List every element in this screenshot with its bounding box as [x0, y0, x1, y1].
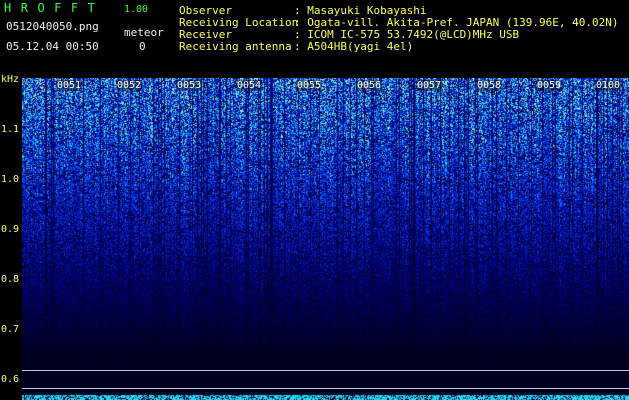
- app-version: 1.00: [124, 4, 149, 15]
- reference-line: [22, 388, 629, 389]
- time-label: 0100: [595, 80, 622, 91]
- time-label: 0052: [116, 80, 143, 91]
- time-label: 0059: [536, 80, 563, 91]
- axis-unit: kHz: [1, 74, 20, 85]
- tick-label: 0.6: [1, 374, 20, 385]
- antenna-label: Receiving antenna: [179, 40, 292, 53]
- time-label: 0051: [56, 80, 83, 91]
- header-panel: HROFFT 1.00 0512040050.png 05.12.04 00:5…: [0, 0, 629, 78]
- tick-label: 0.8: [1, 274, 20, 285]
- tick-label: 0.9: [1, 224, 20, 235]
- time-label: 0054: [236, 80, 263, 91]
- app-brand: HROFFT: [4, 1, 105, 15]
- meteor-label: meteor: [124, 26, 164, 39]
- time-label: 0057: [416, 80, 443, 91]
- meteor-count: 0: [139, 40, 146, 53]
- antenna-value: : A504HB(yagi 4el): [294, 40, 414, 53]
- tick-label: 1.0: [1, 174, 20, 185]
- time-label: 0053: [176, 80, 203, 91]
- tick-label: 1.1: [1, 124, 20, 135]
- file-name: 0512040050.png: [6, 20, 99, 33]
- time-label: 0055: [296, 80, 323, 91]
- tick-label: 0.7: [1, 324, 20, 335]
- time-label: 0056: [356, 80, 383, 91]
- date-time: 05.12.04 00:50: [6, 40, 99, 53]
- spectrogram-plot: [22, 78, 629, 400]
- time-label: 0058: [476, 80, 503, 91]
- reference-line: [22, 370, 629, 371]
